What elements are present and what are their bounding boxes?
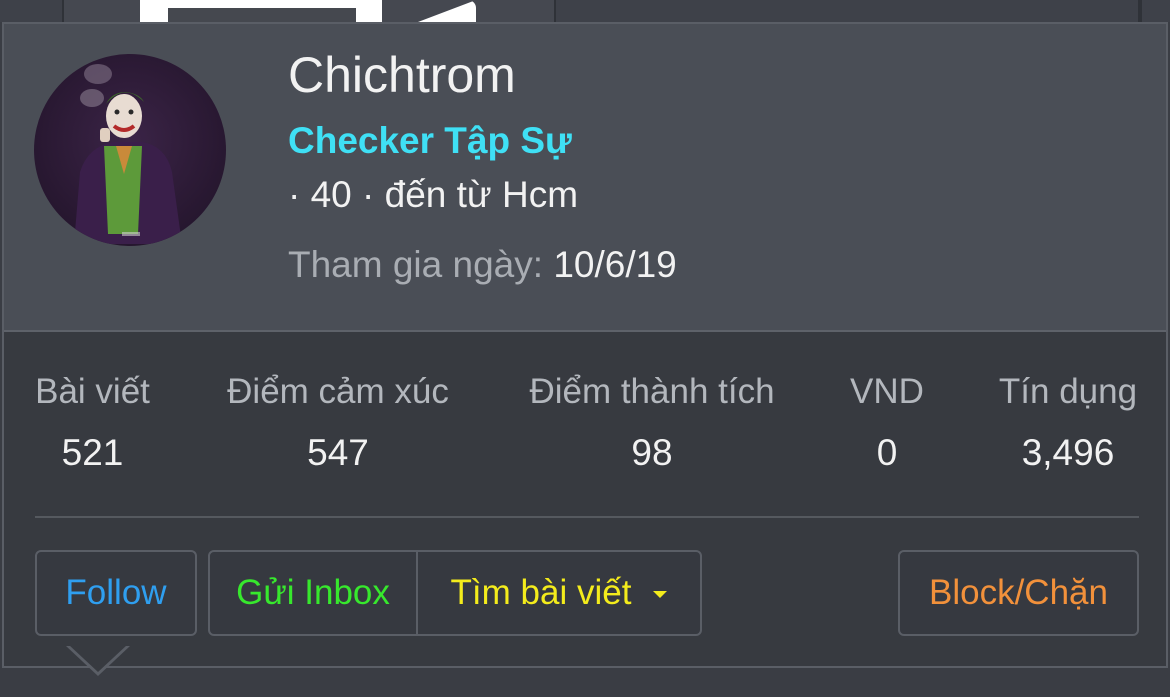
avatar[interactable] bbox=[34, 54, 226, 246]
stat-label: Bài viết bbox=[35, 372, 150, 411]
stat-label: Tín dụng bbox=[998, 372, 1138, 411]
member-stats: Bài viết 521 Điểm cảm xúc 547 Điểm thành… bbox=[4, 354, 1166, 494]
block-button[interactable]: Block/Chặn bbox=[898, 550, 1139, 636]
divider bbox=[35, 516, 1139, 518]
caret-down-icon bbox=[653, 590, 668, 598]
user-title: Checker Tập Sự bbox=[288, 120, 572, 161]
follow-button[interactable]: Follow bbox=[35, 550, 197, 636]
stat-credits[interactable]: Tín dụng 3,496 bbox=[998, 372, 1138, 474]
stat-achievements[interactable]: Điểm thành tích 98 bbox=[526, 372, 778, 474]
avatar-image bbox=[74, 64, 182, 244]
stat-value: 3,496 bbox=[1021, 432, 1115, 473]
join-label: Tham gia ngày: bbox=[288, 244, 544, 285]
stat-vnd[interactable]: VND 0 bbox=[850, 372, 924, 474]
background-button-inner bbox=[168, 8, 356, 22]
join-date: 10/6/19 bbox=[553, 244, 677, 285]
user-meta: · 40 · đến từ Hcm bbox=[288, 174, 579, 215]
stat-reactions[interactable]: Điểm cảm xúc 547 bbox=[224, 372, 452, 474]
username[interactable]: Chichtrom bbox=[288, 46, 516, 104]
send-inbox-label: Gửi Inbox bbox=[236, 573, 390, 612]
member-tooltip-card: Chichtrom Checker Tập Sự · 40 · đến từ H… bbox=[2, 22, 1168, 668]
stat-label: Điểm thành tích bbox=[529, 372, 775, 411]
stat-value: 547 bbox=[307, 432, 369, 473]
join-date-line: Tham gia ngày: 10/6/19 bbox=[288, 244, 677, 286]
find-posts-label: Tìm bài viết bbox=[450, 573, 632, 612]
stat-value: 521 bbox=[61, 432, 124, 473]
send-inbox-button[interactable]: Gửi Inbox bbox=[210, 552, 418, 634]
stat-label: VND bbox=[850, 372, 924, 411]
background-divider bbox=[1138, 0, 1142, 22]
stat-posts[interactable]: Bài viết 521 bbox=[35, 372, 150, 474]
stat-label: Điểm cảm xúc bbox=[227, 372, 449, 411]
find-posts-button[interactable]: Tìm bài viết bbox=[418, 552, 700, 634]
stat-value: 98 bbox=[631, 432, 673, 473]
stat-value: 0 bbox=[876, 432, 898, 473]
member-header: Chichtrom Checker Tập Sự · 40 · đến từ H… bbox=[4, 24, 1166, 332]
tooltip-pointer-fill bbox=[69, 645, 127, 672]
action-button-group: Gửi Inbox Tìm bài viết bbox=[208, 550, 702, 636]
